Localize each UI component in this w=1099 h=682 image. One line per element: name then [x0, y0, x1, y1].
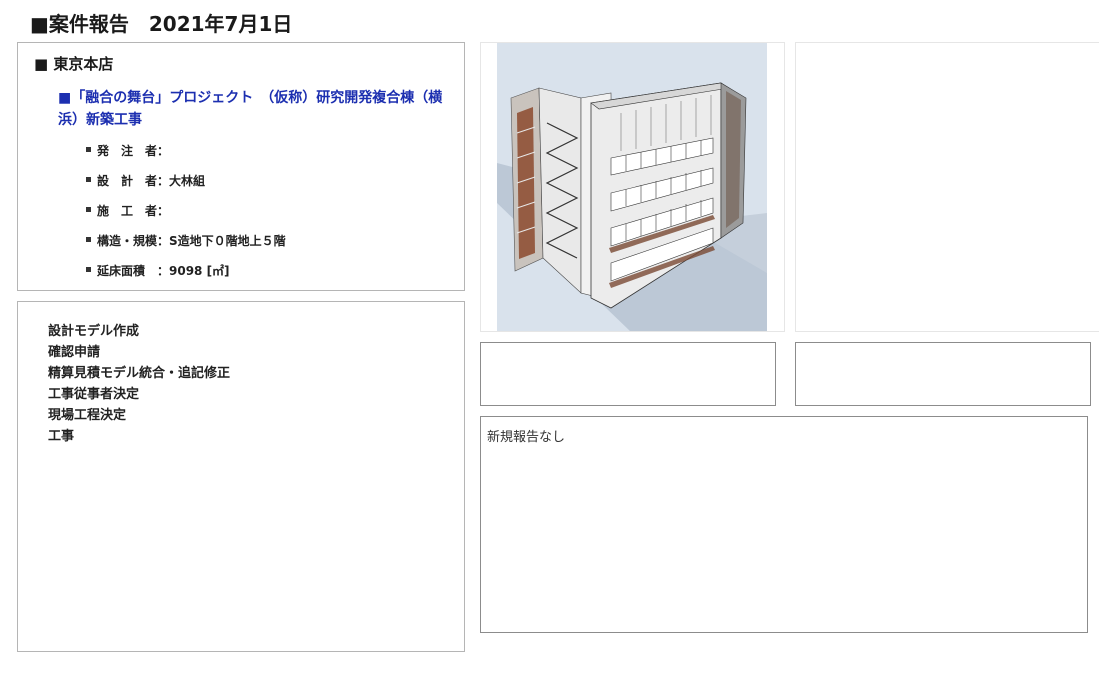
- page-title: ■案件報告 2021年7月1日: [30, 12, 293, 36]
- bullet-icon: [86, 177, 91, 182]
- bullet-icon: [86, 267, 91, 272]
- detail-item-structure: 構造・規模：S造地下０階地上５階: [86, 232, 286, 262]
- info-field-2[interactable]: [795, 342, 1091, 406]
- project-name-link[interactable]: ■「融合の舞台」プロジェクト （仮称）研究開発複合棟（横浜）新築工事: [58, 87, 453, 131]
- image-frame-empty: [795, 42, 1099, 332]
- detail-item-contractor: 施 工 者：: [86, 202, 286, 232]
- project-details-list: 発 注 者： 設 計 者：大林組 施 工 者： 構造・規模：S造地下０階地上５階…: [86, 142, 286, 292]
- building-model-image: [497, 43, 767, 331]
- step-item: 確認申請: [48, 345, 101, 360]
- step-item: 工事従事者決定: [48, 387, 140, 402]
- info-field-1[interactable]: [480, 342, 776, 406]
- step-item: 現場工程決定: [48, 408, 127, 423]
- project-info-panel: ■ 東京本店 ■「融合の舞台」プロジェクト （仮称）研究開発複合棟（横浜）新築工…: [17, 42, 465, 291]
- detail-item-designer: 設 計 者：大林組: [86, 172, 286, 202]
- building-image-frame[interactable]: [480, 42, 785, 332]
- step-item: 精算見積モデル統合・追記修正: [48, 366, 231, 381]
- detail-item-floor-area: 延床面積 ：9098 [㎡]: [86, 262, 286, 292]
- branch-label: ■ 東京本店: [34, 55, 114, 73]
- detail-item-client: 発 注 者：: [86, 142, 286, 172]
- process-steps-list: 設計モデル作成 確認申請 精算見積モデル統合・追記修正 工事従事者決定 現場工程…: [48, 321, 230, 447]
- report-textarea[interactable]: 新規報告なし: [480, 416, 1088, 633]
- process-steps-panel: 設計モデル作成 確認申請 精算見積モデル統合・追記修正 工事従事者決定 現場工程…: [17, 301, 465, 652]
- bullet-icon: [86, 147, 91, 152]
- bullet-icon: [86, 237, 91, 242]
- bullet-icon: [86, 207, 91, 212]
- report-text: 新規報告なし: [487, 430, 566, 445]
- step-item: 工事: [48, 429, 75, 444]
- step-item: 設計モデル作成: [48, 324, 140, 339]
